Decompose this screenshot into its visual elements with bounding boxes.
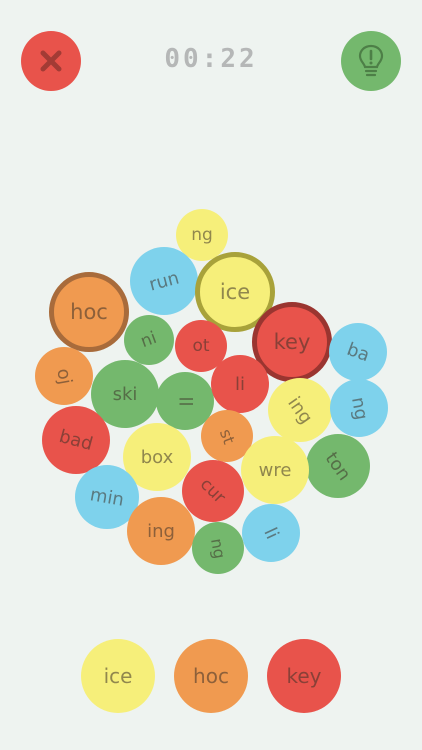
bubble-label: li: [259, 524, 283, 542]
bubble-label: bad: [56, 425, 96, 455]
bubble-label: cur: [196, 474, 230, 508]
letter-bubble[interactable]: cur: [182, 460, 244, 522]
letter-bubble[interactable]: ing: [268, 378, 332, 442]
bubble-label: ng: [191, 225, 213, 245]
letter-bubble[interactable]: ton: [306, 434, 370, 498]
bubble-label: run: [146, 266, 182, 296]
bubble-label: ng: [346, 394, 372, 422]
bubble-label: hoc: [70, 300, 108, 324]
bubble-label: ton: [320, 447, 356, 485]
answer-slot[interactable]: ice: [81, 639, 155, 713]
bubble-label: ing: [283, 392, 317, 428]
letter-bubble[interactable]: run: [130, 247, 198, 315]
bubble-label: oj: [52, 366, 76, 386]
answer-slot-label: hoc: [193, 664, 229, 688]
bubble-label: ing: [147, 520, 175, 542]
letter-bubble[interactable]: wre: [241, 436, 309, 504]
bubble-label: key: [273, 330, 311, 354]
letter-bubble[interactable]: ni: [124, 315, 174, 365]
letter-bubble[interactable]: li: [242, 504, 300, 562]
letter-bubble[interactable]: oj: [35, 347, 93, 405]
letter-bubble-selected[interactable]: hoc: [49, 272, 129, 352]
bubble-label: ot: [192, 336, 210, 356]
bubble-label: ski: [112, 383, 138, 405]
letter-bubble[interactable]: bad: [42, 406, 110, 474]
letter-bubble[interactable]: ing: [127, 497, 195, 565]
answer-slot-label: key: [286, 664, 322, 688]
answer-slot[interactable]: key: [267, 639, 341, 713]
bubble-label: ng: [206, 536, 230, 560]
letter-bubble[interactable]: ng: [330, 379, 388, 437]
bubble-label: wre: [258, 459, 292, 481]
letter-bubble[interactable]: li: [211, 355, 269, 413]
bubble-label: ba: [343, 338, 373, 366]
bubble-label: ni: [138, 327, 160, 353]
lightbulb-exclamation-icon: [358, 44, 384, 77]
bubble-label: ll: [174, 395, 196, 407]
bubble-label: box: [140, 446, 174, 468]
bubble-label: li: [234, 373, 245, 395]
answer-slot-label: ice: [103, 664, 133, 688]
answer-slot[interactable]: hoc: [174, 639, 248, 713]
letter-bubble[interactable]: ng: [192, 522, 244, 574]
bubble-label: min: [88, 483, 126, 511]
letter-bubble[interactable]: ba: [329, 323, 387, 381]
hint-button[interactable]: [341, 31, 401, 91]
bubble-label: ice: [219, 280, 251, 304]
bubble-label: st: [215, 425, 239, 447]
